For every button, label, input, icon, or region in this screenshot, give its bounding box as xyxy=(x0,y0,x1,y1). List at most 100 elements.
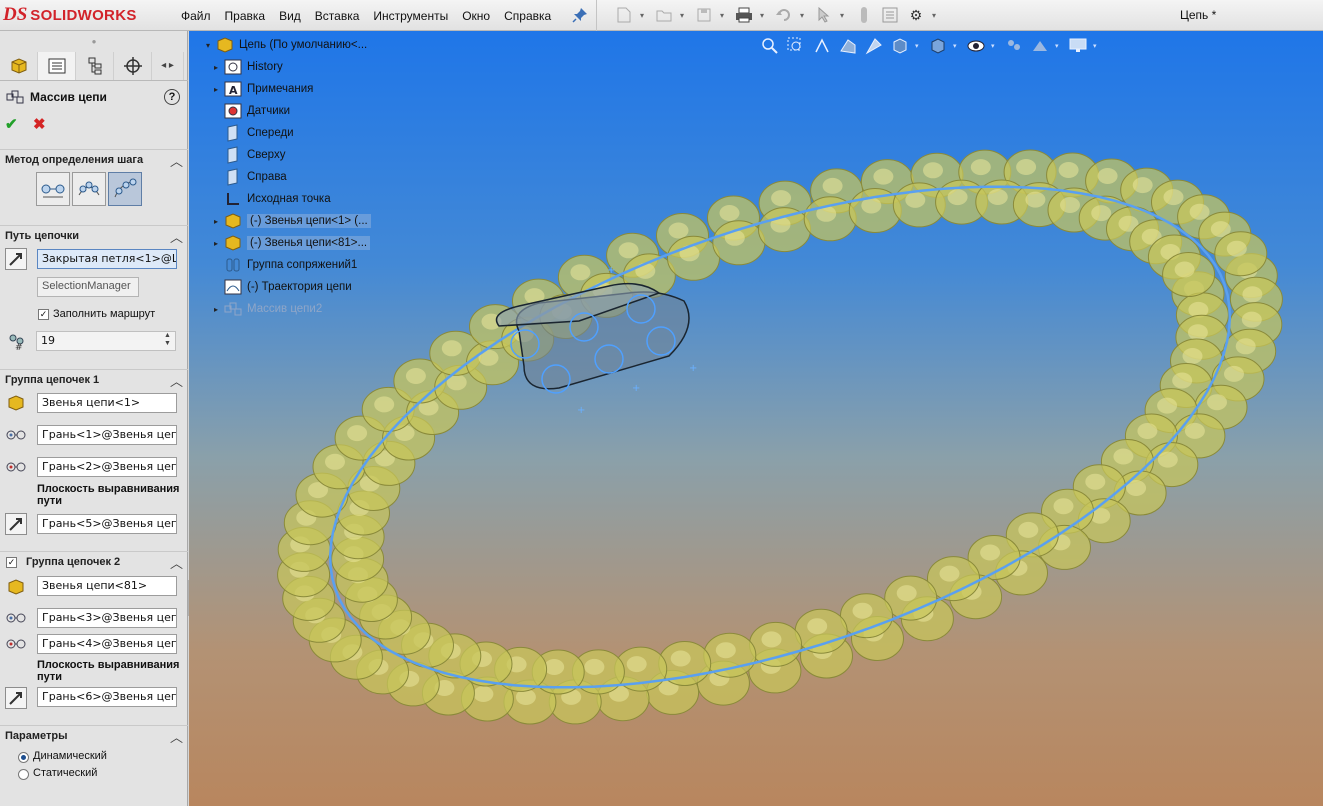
previous-view-icon[interactable] xyxy=(811,35,833,57)
menu-view[interactable]: Вид xyxy=(272,9,308,23)
collapse-chevron-icon[interactable]: ︿ xyxy=(170,151,183,170)
selection-manager-button[interactable]: SelectionManager xyxy=(37,277,139,297)
tab-property-manager[interactable] xyxy=(38,51,76,80)
static-radio[interactable] xyxy=(18,769,29,780)
pin-menu-icon[interactable] xyxy=(572,7,588,23)
pitch-method-connection-button[interactable] xyxy=(72,172,106,206)
help-icon[interactable]: ? xyxy=(164,89,180,105)
view-settings-icon[interactable] xyxy=(1067,35,1089,57)
cancel-button[interactable]: ✖ xyxy=(33,115,46,133)
print-icon[interactable] xyxy=(734,5,754,25)
menu-help[interactable]: Справка xyxy=(497,9,558,23)
tree-item-root[interactable]: ▾ Цепь (По умолчанию<... xyxy=(201,35,367,55)
display-style-icon[interactable] xyxy=(927,35,949,57)
section-chain-group-1[interactable]: Группа цепочек 1 ︿ xyxy=(0,369,188,389)
tree-item-mate-group[interactable]: Группа сопряжений1 xyxy=(209,255,357,275)
open-dropdown-icon[interactable]: ▾ xyxy=(680,11,688,20)
tree-item-sensors[interactable]: Датчики xyxy=(209,101,290,121)
pitch-method-distance-button[interactable] xyxy=(36,172,70,206)
group1-plane-field[interactable]: Грань<5>@Звенья цепи- xyxy=(37,514,177,534)
fill-path-checkbox[interactable]: ✓ xyxy=(38,309,49,320)
expand-arrow-icon[interactable]: ▸ xyxy=(209,217,223,226)
collapse-chevron-icon[interactable]: ︿ xyxy=(170,227,183,246)
tree-item-history[interactable]: ▸ History xyxy=(209,57,283,77)
view-orientation-dropdown-icon[interactable]: ▾ xyxy=(915,42,923,50)
collapse-chevron-icon[interactable]: ︿ xyxy=(170,727,183,746)
undo-dropdown-icon[interactable]: ▾ xyxy=(800,11,808,20)
tab-scroll-right-icon[interactable]: ▸ xyxy=(169,60,174,71)
tree-item-origin[interactable]: Исходная точка xyxy=(209,189,331,209)
collapse-chevron-icon[interactable]: ︿ xyxy=(170,553,183,572)
apply-scene-dropdown-icon[interactable]: ▾ xyxy=(1055,42,1063,50)
tabs-scroll-arrows[interactable]: ◂ ▸ xyxy=(152,51,184,80)
group2-enable-checkbox[interactable]: ✓ xyxy=(6,557,17,568)
tab-dimxpert-manager[interactable] xyxy=(114,51,152,80)
edit-appearance-icon[interactable] xyxy=(1003,35,1025,57)
expand-arrow-icon[interactable]: ▸ xyxy=(209,305,223,314)
tree-item-right-plane[interactable]: Справа xyxy=(209,167,287,187)
tree-item-chain-links-81[interactable]: ▸ (-) Звенья цепи<81>... xyxy=(209,233,371,253)
group2-component-field[interactable]: Звенья цепи<81> xyxy=(37,576,177,596)
dynamic-annotation-icon[interactable] xyxy=(863,35,885,57)
save-icon[interactable] xyxy=(694,5,714,25)
section-pitch-method[interactable]: Метод определения шага ︿ xyxy=(0,149,188,169)
plane-selection-icon[interactable] xyxy=(5,513,27,535)
section-chain-path[interactable]: Путь цепочки ︿ xyxy=(0,225,188,245)
display-style-dropdown-icon[interactable]: ▾ xyxy=(953,42,961,50)
menu-insert[interactable]: Вставка xyxy=(308,9,367,23)
save-dropdown-icon[interactable]: ▾ xyxy=(720,11,728,20)
zoom-to-fit-icon[interactable] xyxy=(759,35,781,57)
expand-arrow-icon[interactable]: ▸ xyxy=(209,239,223,248)
collapse-chevron-icon[interactable]: ︿ xyxy=(170,371,183,390)
group1-component-field[interactable]: Звенья цепи<1> xyxy=(37,393,177,413)
tree-item-top-plane[interactable]: Сверху xyxy=(209,145,285,165)
undo-icon[interactable] xyxy=(774,5,794,25)
pitch-method-linkage-button[interactable] xyxy=(108,172,142,206)
chain-path-field[interactable]: Закрытая петля<1>@Цепь xyxy=(37,249,177,269)
graphics-viewport[interactable]: + + + + ▾ Цепь (По умолчанию<... ▸ Histo… xyxy=(189,31,1323,806)
stepper-arrows-icon[interactable]: ▲ ▼ xyxy=(160,332,175,350)
expand-arrow-icon[interactable]: ▸ xyxy=(209,63,223,72)
menu-window[interactable]: Окно xyxy=(455,9,497,23)
solidworks-logo[interactable]: DS SOLIDWORKS xyxy=(3,2,151,28)
select-dropdown-icon[interactable]: ▾ xyxy=(840,11,848,20)
tree-item-chain-trajectory[interactable]: (-) Траектория цепи xyxy=(209,277,352,297)
tree-item-chain-pattern[interactable]: ▸ Массив цепи2 xyxy=(209,299,322,319)
menu-edit[interactable]: Правка xyxy=(218,9,273,23)
view-orientation-icon[interactable] xyxy=(889,35,911,57)
link-count-stepper[interactable]: 19 xyxy=(36,331,176,351)
section-chain-group-2[interactable]: ✓ Группа цепочек 2 ︿ xyxy=(0,551,188,571)
apply-scene-icon[interactable] xyxy=(1029,35,1051,57)
plane-selection-icon[interactable] xyxy=(5,687,27,709)
panel-grip[interactable]: ● xyxy=(0,31,188,51)
dynamic-radio[interactable] xyxy=(18,752,29,763)
menu-file[interactable]: Файл xyxy=(174,9,218,23)
tab-configuration-manager[interactable] xyxy=(76,51,114,80)
print-dropdown-icon[interactable]: ▾ xyxy=(760,11,768,20)
tree-item-annotations[interactable]: ▸ A Примечания xyxy=(209,79,313,99)
group1-face2-field[interactable]: Грань<2>@Звенья цепи- xyxy=(37,457,177,477)
new-dropdown-icon[interactable]: ▾ xyxy=(640,11,648,20)
expand-arrow-icon[interactable]: ▸ xyxy=(209,85,223,94)
menu-tools[interactable]: Инструменты xyxy=(366,9,455,23)
group2-face1-field[interactable]: Грань<3>@Звенья цепи- xyxy=(37,608,177,628)
tab-feature-manager[interactable] xyxy=(0,51,38,80)
options-dropdown-icon[interactable]: ▾ xyxy=(932,11,940,20)
chain-model-scene[interactable]: + + + + xyxy=(189,31,1323,806)
section-parameters[interactable]: Параметры ︿ xyxy=(0,725,188,745)
rebuild-icon[interactable] xyxy=(854,5,874,25)
hide-show-items-icon[interactable] xyxy=(965,35,987,57)
path-selection-icon[interactable] xyxy=(5,248,27,270)
section-view-icon[interactable] xyxy=(837,35,859,57)
options-gear-icon[interactable]: ⚙ xyxy=(906,5,926,25)
open-file-icon[interactable] xyxy=(654,5,674,25)
select-icon[interactable] xyxy=(814,5,834,25)
group2-plane-field[interactable]: Грань<6>@Звенья цепи- xyxy=(37,687,177,707)
tab-scroll-left-icon[interactable]: ◂ xyxy=(161,60,166,71)
collapse-arrow-icon[interactable]: ▾ xyxy=(201,41,215,50)
group1-face1-field[interactable]: Грань<1>@Звенья цепи- xyxy=(37,425,177,445)
zoom-to-area-icon[interactable] xyxy=(785,35,807,57)
group2-face2-field[interactable]: Грань<4>@Звенья цепи- xyxy=(37,634,177,654)
ok-button[interactable]: ✔ xyxy=(5,115,18,133)
hide-show-dropdown-icon[interactable]: ▾ xyxy=(991,42,999,50)
